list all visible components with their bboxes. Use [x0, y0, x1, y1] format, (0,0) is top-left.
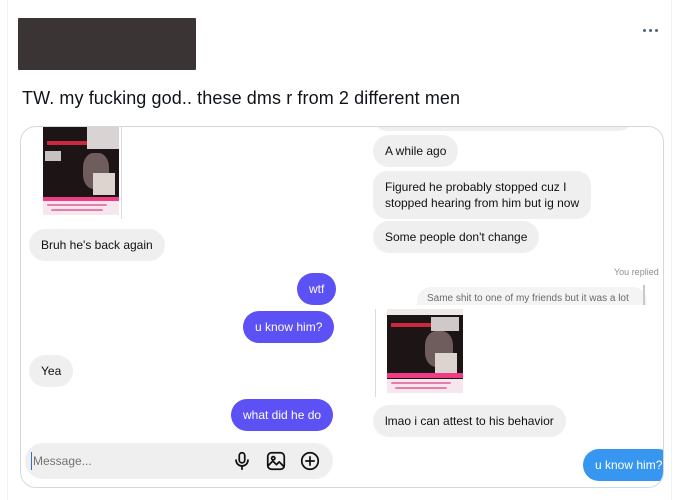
- message-received: lmao i can attest to his behavior: [373, 405, 566, 437]
- message-input[interactable]: [31, 452, 213, 470]
- you-replied-label: You replied: [614, 267, 659, 277]
- message-sent: what did he do: [231, 399, 334, 431]
- quoted-reply-preview: Same shit to one of my friends but it wa…: [417, 287, 647, 305]
- message-received: Yea: [29, 355, 74, 387]
- message-sent: wtf: [297, 273, 337, 305]
- more-options-button[interactable]: [636, 20, 664, 40]
- shared-post-thumbnail[interactable]: [43, 127, 119, 215]
- shared-post-thumbnail[interactable]: [387, 309, 463, 393]
- message-received: A while ago: [373, 135, 459, 167]
- message-sent: u know him?: [583, 449, 663, 481]
- left-dm-screenshot: Bruh he's back again wtf u know him? Yea…: [21, 127, 341, 487]
- message-sent: u know him?: [243, 311, 335, 343]
- message-received: Figured he probably stopped cuz I stoppe…: [373, 171, 592, 219]
- post-media-image[interactable]: Bruh he's back again wtf u know him? Yea…: [20, 126, 664, 488]
- message-composer: [25, 443, 333, 479]
- image-icon[interactable]: [265, 450, 287, 472]
- message-received: Bruh he's back again: [29, 229, 165, 261]
- add-circle-icon[interactable]: [299, 450, 321, 472]
- redacted-user-header: [18, 18, 196, 70]
- microphone-icon[interactable]: [231, 450, 253, 472]
- right-dm-screenshot: A while ago Figured he probably stopped …: [351, 127, 663, 487]
- ellipsis-icon: [642, 28, 646, 32]
- message-received: Some people don't change: [373, 221, 540, 253]
- post-text: TW. my fucking god.. these dms r from 2 …: [22, 88, 461, 108]
